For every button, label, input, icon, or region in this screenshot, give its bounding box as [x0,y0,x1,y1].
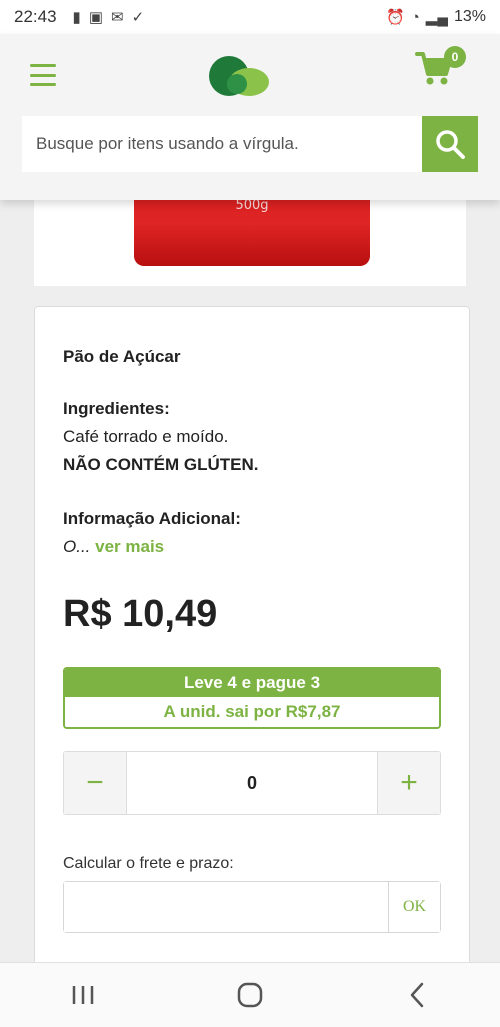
cart-count-badge: 0 [444,46,466,68]
additional-info-title: Informação Adicional: [63,509,241,528]
menu-icon-bar [30,64,56,67]
product-info-card: Pão de Açúcar Ingredientes: Café torrado… [34,306,470,986]
decrease-quantity-button[interactable]: − [64,752,126,814]
menu-icon-bar [30,73,56,77]
promo-box: Leve 4 e pague 3 A unid. sai por R$7,87 [63,667,441,729]
store-logo[interactable] [205,48,271,98]
system-nav-bar [0,962,500,1027]
signal-icon: ▂▄ [425,9,448,26]
promo-unit-price: A unid. sai por R$7,87 [65,697,439,727]
increase-quantity-button[interactable]: + [378,752,440,814]
status-bar: 22:43 ▮ ▣ ✉ ✓ ⏰ ◔ ▂▄ 13% [0,0,500,34]
product-image[interactable]: 500g [134,190,370,266]
wifi-icon: ◔ [410,8,420,26]
recent-apps-icon [73,986,94,1004]
ingredients-text: Café torrado e moído. [63,427,229,446]
status-system-icons: ⏰ ◔ ▂▄ 13% [386,8,486,26]
quantity-stepper: − 0 + [63,751,441,815]
shipping-form: OK [63,881,441,933]
status-time: 22:43 [14,7,57,26]
product-brand: Pão de Açúcar [63,347,181,366]
app-notification-icon: ▣ [88,9,103,26]
back-icon [410,982,423,1008]
search-bar [22,116,478,172]
product-price: R$ 10,49 [63,593,218,635]
quantity-value[interactable]: 0 [126,752,378,814]
ingredients-title: Ingredientes: [63,399,170,418]
check-icon: ✓ [131,9,145,26]
mail-icon: ✉ [111,9,124,26]
package-weight-label: 500g [235,198,269,213]
menu-button[interactable] [30,64,56,86]
alarm-icon: ⏰ [386,9,405,26]
home-icon [237,982,263,1008]
gluten-warning: NÃO CONTÉM GLÚTEN. [63,455,259,474]
additional-info-excerpt: O... [63,537,91,556]
status-notification-icons: ▮ ▣ ✉ ✓ [73,8,145,26]
search-input[interactable] [22,116,422,172]
see-more-link[interactable]: ver mais [95,537,164,556]
back-button[interactable] [387,970,447,1020]
shipping-label: Calcular o frete e prazo: [63,855,234,872]
product-image-card: 500g [34,190,466,286]
home-button[interactable] [220,970,280,1020]
app-header: 0 [0,34,500,200]
recent-apps-button[interactable] [53,970,113,1020]
shipping-ok-button[interactable]: OK [388,882,440,932]
promo-headline: Leve 4 e pague 3 [65,669,439,697]
menu-icon-bar [30,83,56,86]
search-icon [436,130,465,159]
zipcode-input[interactable] [64,882,388,932]
battery-saver-icon: ▮ [72,9,81,26]
additional-info-line: O... ver mais [63,537,164,557]
search-button[interactable] [422,116,478,172]
cart-button[interactable]: 0 [414,46,466,92]
battery-level: 13% [453,8,486,25]
